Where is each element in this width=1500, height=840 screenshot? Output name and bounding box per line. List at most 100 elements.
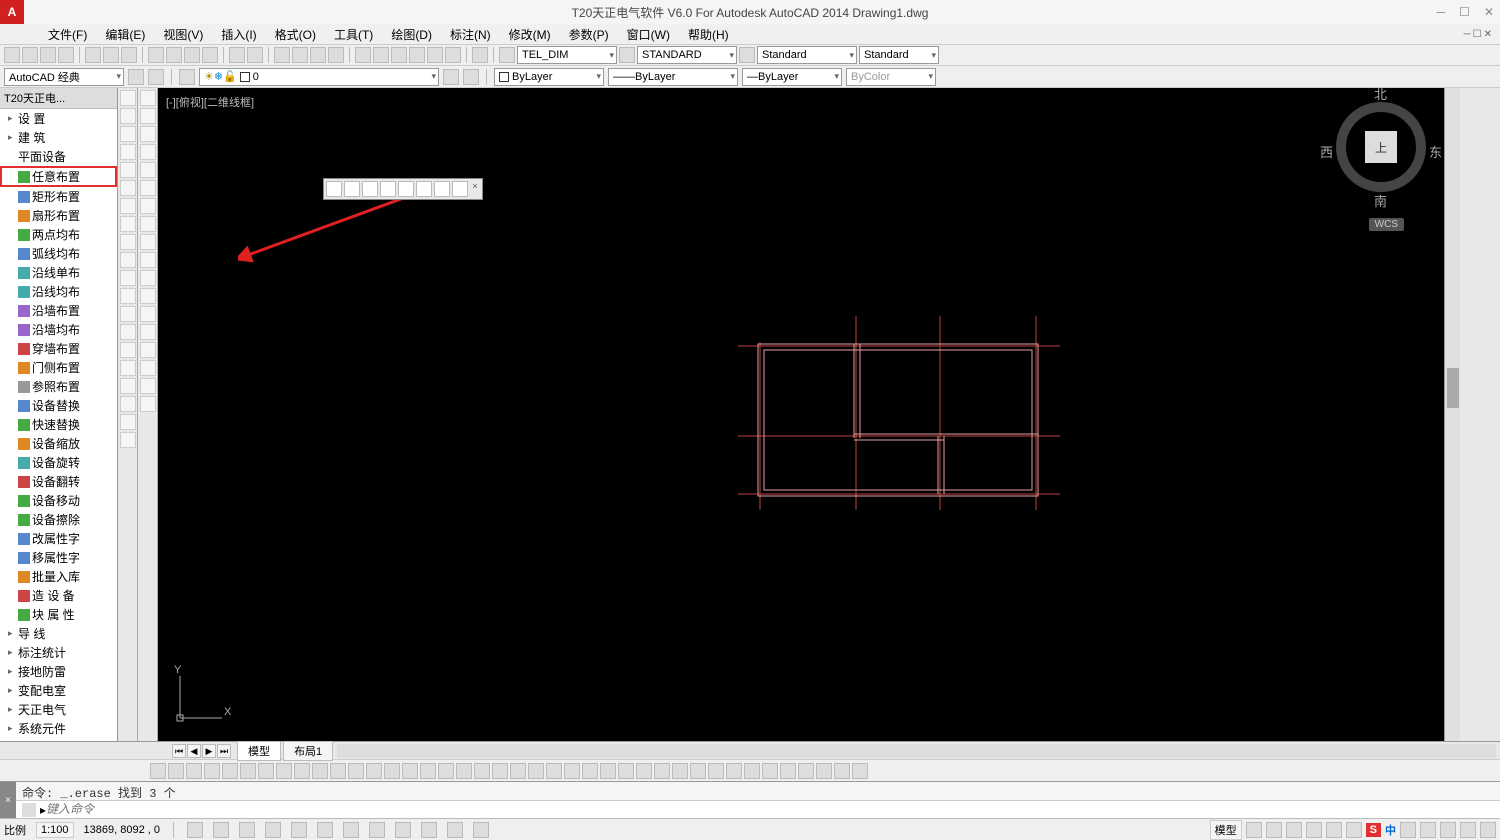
polygon-icon[interactable] xyxy=(120,144,136,160)
floating-view-toolbar[interactable]: × xyxy=(323,178,483,200)
view-icon-6[interactable] xyxy=(416,181,432,197)
copy-tool-icon[interactable] xyxy=(140,108,156,124)
doc-window-controls[interactable]: ─☐✕ xyxy=(1464,29,1494,40)
tab-last-icon[interactable]: ⏭ xyxy=(217,744,231,758)
bt-icon[interactable] xyxy=(600,763,616,779)
tree-item-30[interactable]: ▸变配电室 xyxy=(0,681,117,700)
tree-item-0[interactable]: ▸设 置 xyxy=(0,109,117,128)
trim-icon[interactable] xyxy=(140,252,156,268)
offset-icon[interactable] xyxy=(140,144,156,160)
cut-icon[interactable] xyxy=(148,47,164,63)
bt-icon[interactable] xyxy=(798,763,814,779)
toolpalette-icon[interactable] xyxy=(391,47,407,63)
bt-icon[interactable] xyxy=(816,763,832,779)
tree-item-9[interactable]: 沿线均布 xyxy=(0,282,117,301)
zoom-icon[interactable] xyxy=(292,47,308,63)
bt-icon[interactable] xyxy=(204,763,220,779)
circle-icon[interactable] xyxy=(120,198,136,214)
textstyle-icon[interactable] xyxy=(619,47,635,63)
menu-format[interactable]: 格式(O) xyxy=(267,24,324,45)
redo-icon[interactable] xyxy=(247,47,263,63)
bt-icon[interactable] xyxy=(312,763,328,779)
dyn-toggle-icon[interactable] xyxy=(369,822,385,838)
tree-item-1[interactable]: ▸建 筑 xyxy=(0,128,117,147)
bt-icon[interactable] xyxy=(762,763,778,779)
bt-icon[interactable] xyxy=(582,763,598,779)
color-dropdown[interactable]: ByLayer xyxy=(494,68,604,86)
minimize-button[interactable]: ─ xyxy=(1437,5,1446,19)
save-icon[interactable] xyxy=(40,47,56,63)
tab-first-icon[interactable]: ⏮ xyxy=(172,744,186,758)
tree-item-28[interactable]: ▸标注统计 xyxy=(0,643,117,662)
workspace-settings-icon[interactable] xyxy=(128,69,144,85)
bt-icon[interactable] xyxy=(708,763,724,779)
view-icon-2[interactable] xyxy=(344,181,360,197)
tree-item-13[interactable]: 门侧布置 xyxy=(0,358,117,377)
rotate-icon[interactable] xyxy=(140,198,156,214)
viewcube-top[interactable]: 上 xyxy=(1365,131,1397,163)
tree-item-4[interactable]: 矩形布置 xyxy=(0,187,117,206)
cmdline-close-icon[interactable]: × xyxy=(0,782,16,818)
tree-item-16[interactable]: 快速替换 xyxy=(0,415,117,434)
bt-icon[interactable] xyxy=(618,763,634,779)
view-icon-7[interactable] xyxy=(434,181,450,197)
stretch-icon[interactable] xyxy=(140,234,156,250)
ime-lang[interactable]: 中 xyxy=(1385,822,1396,838)
sc-toggle-icon[interactable] xyxy=(473,822,489,838)
array-icon[interactable] xyxy=(140,162,156,178)
bt-icon[interactable] xyxy=(564,763,580,779)
rectangle-icon[interactable] xyxy=(120,162,136,178)
dimstyle-icon[interactable] xyxy=(499,47,515,63)
pan-icon[interactable] xyxy=(274,47,290,63)
publish-icon[interactable] xyxy=(121,47,137,63)
bt-icon[interactable] xyxy=(528,763,544,779)
point-icon[interactable] xyxy=(120,324,136,340)
ducs-toggle-icon[interactable] xyxy=(343,822,359,838)
preview-icon[interactable] xyxy=(103,47,119,63)
mtext-icon[interactable] xyxy=(120,414,136,430)
sb-icon[interactable] xyxy=(1246,822,1262,838)
menu-edit[interactable]: 编辑(E) xyxy=(97,24,153,45)
tree-item-24[interactable]: 批量入库 xyxy=(0,567,117,586)
view-icon-8[interactable] xyxy=(452,181,468,197)
menu-insert[interactable]: 插入(I) xyxy=(213,24,264,45)
designcenter-icon[interactable] xyxy=(373,47,389,63)
tree-item-6[interactable]: 两点均布 xyxy=(0,225,117,244)
view-icon-1[interactable] xyxy=(326,181,342,197)
scale-value[interactable]: 1:100 xyxy=(36,822,74,838)
help-icon[interactable] xyxy=(472,47,488,63)
tab-model[interactable]: 模型 xyxy=(237,741,281,761)
line-icon[interactable] xyxy=(120,90,136,106)
tree-item-7[interactable]: 弧线均布 xyxy=(0,244,117,263)
menu-parametric[interactable]: 参数(P) xyxy=(561,24,617,45)
explode-icon[interactable] xyxy=(140,396,156,412)
menu-file[interactable]: 文件(F) xyxy=(40,24,95,45)
ime-icon[interactable] xyxy=(1440,822,1456,838)
bt-icon[interactable] xyxy=(780,763,796,779)
gradient-icon[interactable] xyxy=(120,360,136,376)
maximize-button[interactable]: ☐ xyxy=(1459,5,1470,19)
tree-item-17[interactable]: 设备缩放 xyxy=(0,434,117,453)
textstyle-dropdown[interactable]: STANDARD xyxy=(637,46,737,64)
layer-states-icon[interactable] xyxy=(443,69,459,85)
copy-icon[interactable] xyxy=(166,47,182,63)
menu-window[interactable]: 窗口(W) xyxy=(619,24,678,45)
bt-icon[interactable] xyxy=(384,763,400,779)
sb-icon[interactable] xyxy=(1306,822,1322,838)
mlstyle-dropdown[interactable]: Standard xyxy=(859,46,939,64)
tablestyle-icon[interactable] xyxy=(739,47,755,63)
layer-manager-icon[interactable] xyxy=(179,69,195,85)
layer-dropdown[interactable]: ☀❄🔓 0 xyxy=(199,68,439,86)
sheetset-icon[interactable] xyxy=(409,47,425,63)
tab-next-icon[interactable]: ▶ xyxy=(202,744,216,758)
move-icon[interactable] xyxy=(140,180,156,196)
qp-toggle-icon[interactable] xyxy=(447,822,463,838)
print-icon[interactable] xyxy=(85,47,101,63)
bt-icon[interactable] xyxy=(240,763,256,779)
view-icon-4[interactable] xyxy=(380,181,396,197)
bt-icon[interactable] xyxy=(168,763,184,779)
mirror-icon[interactable] xyxy=(140,126,156,142)
float-close-icon[interactable]: × xyxy=(470,181,480,197)
lineweight-dropdown[interactable]: — ByLayer xyxy=(742,68,842,86)
spline-icon[interactable] xyxy=(120,234,136,250)
